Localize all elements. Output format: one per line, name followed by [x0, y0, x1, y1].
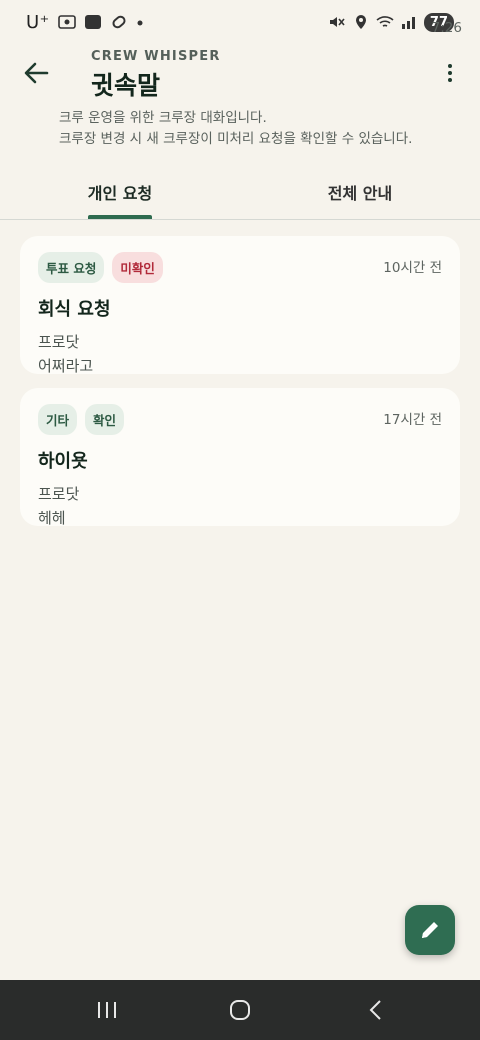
message-body: 헤헤 [38, 509, 66, 527]
message-author: 프로닷 [38, 485, 80, 503]
message-title: 회식 요청 [38, 299, 111, 320]
category-chip: 기타 [38, 404, 78, 435]
clock: 7:26 [431, 20, 462, 36]
chip-group: 투표 요청 미확인 [38, 252, 442, 283]
home-button[interactable] [200, 980, 280, 1040]
message-time: 10시간 전 [383, 260, 442, 276]
description-line: 크루장 변경 시 새 크루장이 미처리 요청을 확인할 수 있습니다. [59, 131, 413, 147]
compose-button[interactable] [405, 905, 455, 955]
read-chip: 확인 [85, 404, 125, 435]
message-body: 어쩌라고 [38, 357, 94, 375]
app-notification-icon [84, 15, 101, 29]
tab-all-notices[interactable]: 전체 안내 [300, 164, 420, 220]
message-list: 투표 요청 미확인 10시간 전 회식 요청 프로닷 어쩌라고 기타 확인 17… [20, 236, 460, 540]
link-icon [112, 15, 126, 29]
tab-personal-requests[interactable]: 개인 요청 [60, 164, 180, 220]
tab-bar: 개인 요청 전체 안내 [0, 164, 480, 220]
carrier-label: U⁺ [26, 11, 50, 33]
signal-icon [401, 17, 415, 29]
message-time: 17시간 전 [383, 412, 442, 428]
message-author: 프로닷 [38, 333, 80, 351]
chevron-left-icon [369, 1000, 381, 1020]
home-icon [230, 1000, 250, 1020]
location-icon [355, 15, 366, 29]
app-header: CREW WHISPER 귓속말 크루 운영을 위한 크루장 대화입니다. 크루… [0, 44, 480, 160]
arrow-left-icon [24, 62, 49, 84]
message-title: 하이욧 [38, 451, 88, 472]
system-back-button[interactable] [336, 980, 416, 1040]
recents-button[interactable] [67, 980, 147, 1040]
header-eyebrow: CREW WHISPER [91, 49, 221, 64]
message-card[interactable]: 투표 요청 미확인 10시간 전 회식 요청 프로닷 어쩌라고 [20, 236, 460, 375]
mute-icon [329, 17, 345, 27]
recents-icon [98, 1002, 116, 1018]
description-line: 크루 운영을 위한 크루장 대화입니다. [59, 110, 267, 126]
more-vert-icon [448, 64, 452, 68]
tab-active-indicator [88, 215, 152, 219]
dot-icon [137, 20, 143, 26]
screenshot-icon [57, 15, 76, 29]
back-button[interactable] [18, 58, 54, 88]
wifi-icon [376, 16, 394, 27]
chip-group: 기타 확인 [38, 404, 442, 435]
more-options-button[interactable] [440, 60, 460, 86]
message-card[interactable]: 기타 확인 17시간 전 하이욧 프로닷 헤헤 [20, 388, 460, 527]
status-bar: U⁺ 7:26 77 [0, 0, 480, 44]
category-chip: 투표 요청 [38, 252, 105, 283]
unread-chip: 미확인 [112, 252, 163, 283]
page-title: 귓속말 [91, 71, 161, 100]
system-nav-bar [0, 980, 480, 1040]
edit-pencil-icon [422, 922, 438, 938]
page-description: 크루 운영을 위한 크루장 대화입니다. 크루장 변경 시 새 크루장이 미처리… [59, 108, 412, 150]
